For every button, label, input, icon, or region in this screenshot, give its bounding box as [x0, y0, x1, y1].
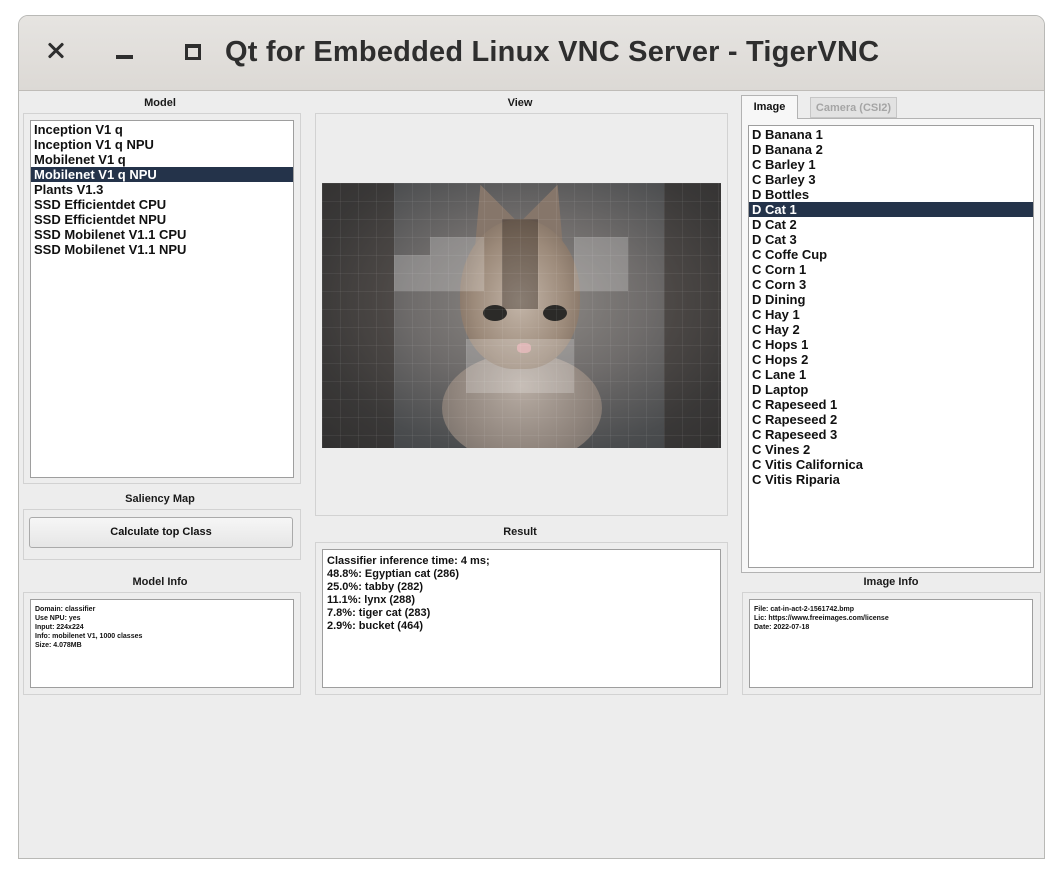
image-list[interactable]: D Banana 1D Banana 2C Barley 1C Barley 3… — [748, 125, 1034, 568]
info-line: Use NPU: yes — [35, 615, 81, 622]
list-item[interactable]: D Cat 2 — [749, 217, 1033, 232]
info-line: 11.1%: lynx (288) — [327, 594, 416, 606]
list-item[interactable]: C Barley 3 — [749, 172, 1033, 187]
list-item[interactable]: C Hops 1 — [749, 337, 1033, 352]
model-label: Model — [144, 97, 176, 109]
window-title: Qt for Embedded Linux VNC Server - Tiger… — [225, 36, 880, 68]
image-info-label: Image Info — [863, 576, 919, 588]
list-item[interactable]: C Rapeseed 2 — [749, 412, 1033, 427]
list-item[interactable]: C Hay 1 — [749, 307, 1033, 322]
info-line: Domain: classifier — [35, 606, 96, 613]
list-item[interactable]: C Lane 1 — [749, 367, 1033, 382]
maximize-icon[interactable] — [177, 36, 207, 66]
list-item[interactable]: D Banana 1 — [749, 127, 1033, 142]
result-label: Result — [503, 526, 537, 538]
list-item[interactable]: Mobilenet V1 q NPU — [31, 167, 293, 182]
saliency-grid — [322, 183, 721, 448]
minimize-icon[interactable] — [110, 36, 140, 66]
info-line: 2.9%: bucket (464) — [327, 620, 423, 632]
main-content: Model Inception V1 q Inception V1 q NPU Mo… — [19, 91, 1044, 858]
list-item[interactable]: D Laptop — [749, 382, 1033, 397]
list-item[interactable]: SSD Efficientdet NPU — [31, 212, 293, 227]
app-window: Qt for Embedded Linux VNC Server - Tiger… — [18, 15, 1045, 859]
info-line: Classifier inference time: 4 ms; — [327, 555, 490, 567]
list-item[interactable]: C Vines 2 — [749, 442, 1033, 457]
list-item[interactable]: C Hay 2 — [749, 322, 1033, 337]
model-info-label: Model Info — [132, 576, 188, 588]
saliency-group: Calculate top Class — [23, 509, 301, 560]
info-line: 48.8%: Egyptian cat (286) — [327, 568, 460, 580]
saliency-label: Saliency Map — [125, 493, 195, 505]
saliency-image — [322, 183, 721, 448]
result-group: Classifier inference time: 4 ms; 48.8%: E… — [315, 542, 728, 695]
list-item[interactable]: C Vitis Californica — [749, 457, 1033, 472]
image-tab-panel: D Banana 1D Banana 2C Barley 1C Barley 3… — [741, 118, 1041, 573]
close-icon[interactable] — [41, 36, 71, 66]
model-info-group: Domain: classifier Use NPU: yes Input: 224… — [23, 592, 301, 695]
list-item[interactable]: D Cat 1 — [749, 202, 1033, 217]
list-item[interactable]: D Banana 2 — [749, 142, 1033, 157]
calculate-top-class-button[interactable]: Calculate top Class — [29, 517, 293, 548]
list-item[interactable]: SSD Efficientdet CPU — [31, 197, 293, 212]
result-text: Classifier inference time: 4 ms; 48.8%: E… — [322, 549, 721, 688]
info-line: Date: 2022-07-18 — [754, 624, 810, 631]
list-item[interactable]: C Coffe Cup — [749, 247, 1033, 262]
model-info-text: Domain: classifier Use NPU: yes Input: 224… — [30, 599, 294, 688]
info-line: 7.8%: tiger cat (283) — [327, 607, 431, 619]
list-item[interactable]: C Rapeseed 3 — [749, 427, 1033, 442]
list-item[interactable]: Plants V1.3 — [31, 182, 293, 197]
model-list[interactable]: Inception V1 q Inception V1 q NPU Mobilene… — [30, 120, 294, 478]
list-item[interactable]: D Bottles — [749, 187, 1033, 202]
list-item[interactable]: Inception V1 q NPU — [31, 137, 293, 152]
list-item[interactable]: C Rapeseed 1 — [749, 397, 1033, 412]
list-item[interactable]: D Dining — [749, 292, 1033, 307]
list-item[interactable]: SSD Mobilenet V1.1 CPU — [31, 227, 293, 242]
list-item[interactable]: D Cat 3 — [749, 232, 1033, 247]
list-item[interactable]: SSD Mobilenet V1.1 NPU — [31, 242, 293, 257]
list-item[interactable]: C Corn 3 — [749, 277, 1033, 292]
list-item[interactable]: C Vitis Riparia — [749, 472, 1033, 487]
tab-camera[interactable]: Camera (CSI2) — [810, 97, 897, 118]
image-info-group: File: cat-in-act-2-1561742.bmp Lic: https… — [742, 592, 1041, 695]
info-line: Info: mobilenet V1, 1000 classes — [35, 633, 143, 640]
image-info-text: File: cat-in-act-2-1561742.bmp Lic: https… — [749, 599, 1033, 688]
info-line: Input: 224x224 — [35, 624, 84, 631]
info-line: Lic: https://www.freeimages.com/license — [754, 615, 889, 622]
info-line: File: cat-in-act-2-1561742.bmp — [754, 606, 854, 613]
list-item[interactable]: Inception V1 q — [31, 122, 293, 137]
tab-image[interactable]: Image — [741, 95, 798, 119]
model-group: Inception V1 q Inception V1 q NPU Mobilene… — [23, 113, 301, 484]
info-line: 25.0%: tabby (282) — [327, 581, 423, 593]
view-label: View — [507, 97, 533, 109]
list-item[interactable]: C Barley 1 — [749, 157, 1033, 172]
info-line: Size: 4.078MB — [35, 642, 82, 649]
title-bar: Qt for Embedded Linux VNC Server - Tiger… — [19, 16, 1044, 91]
list-item[interactable]: Mobilenet V1 q — [31, 152, 293, 167]
list-item[interactable]: C Corn 1 — [749, 262, 1033, 277]
list-item[interactable]: C Hops 2 — [749, 352, 1033, 367]
